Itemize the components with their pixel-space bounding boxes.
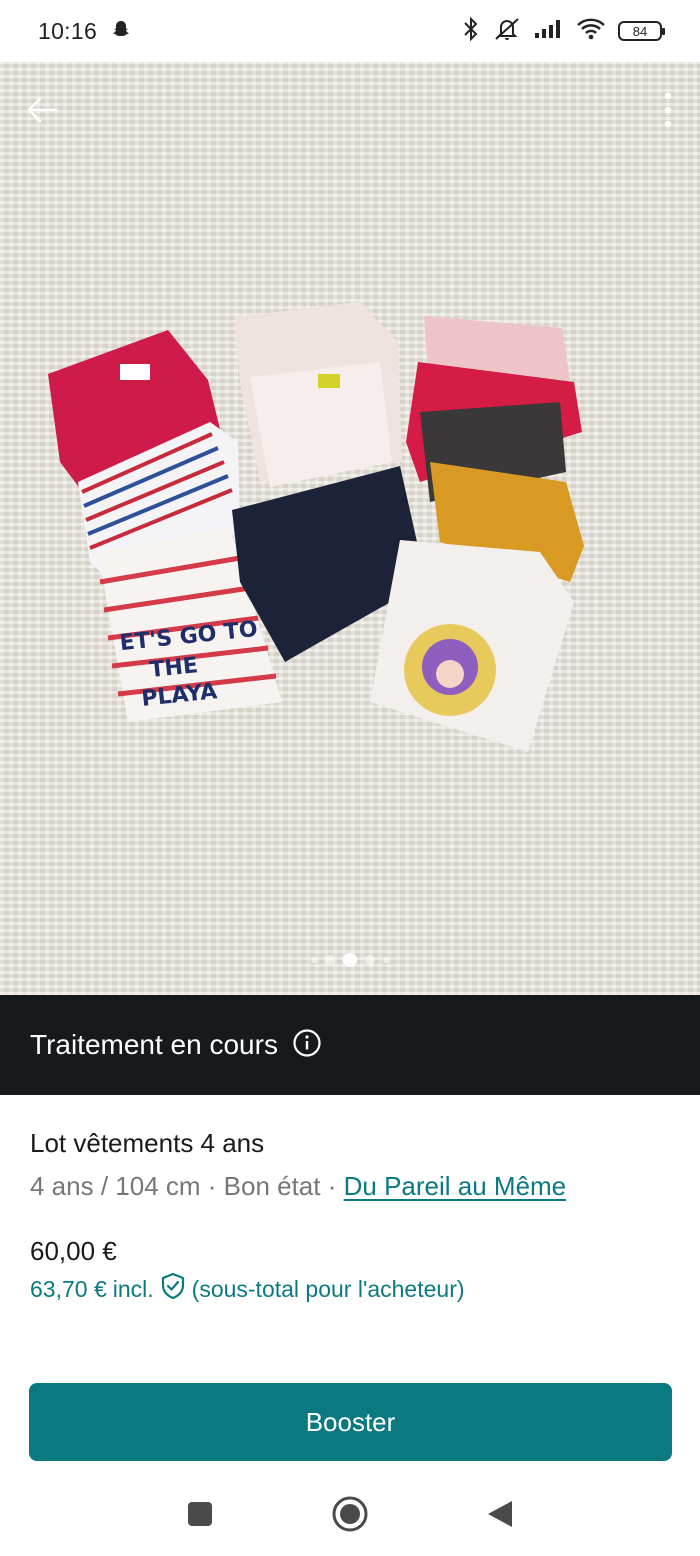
battery-icon: 84 bbox=[618, 21, 665, 41]
item-size-condition: 4 ans / 104 cm · Bon état · bbox=[30, 1171, 344, 1201]
mute-icon bbox=[492, 16, 522, 47]
recents-icon[interactable] bbox=[180, 1494, 220, 1534]
item-title: Lot vêtements 4 ans bbox=[30, 1128, 265, 1158]
page-dot[interactable] bbox=[365, 955, 375, 965]
brand-link[interactable]: Du Pareil au Même bbox=[344, 1171, 567, 1201]
buyer-incl: incl. bbox=[112, 1275, 154, 1302]
bluetooth-icon bbox=[462, 16, 480, 47]
page-dot[interactable] bbox=[311, 957, 317, 963]
status-left: 10:16 bbox=[38, 18, 131, 45]
system-nav-bar bbox=[0, 1472, 700, 1556]
wifi-icon bbox=[576, 18, 606, 45]
signal-icon bbox=[534, 19, 564, 44]
svg-text:THE: THE bbox=[148, 653, 199, 683]
back-triangle-icon[interactable] bbox=[480, 1494, 520, 1534]
page-dot[interactable] bbox=[325, 955, 335, 965]
buyer-note: (sous-total pour l'acheteur) bbox=[191, 1275, 465, 1302]
back-arrow-icon[interactable] bbox=[22, 90, 62, 135]
booster-button[interactable]: Booster bbox=[29, 1383, 672, 1461]
page-dot[interactable] bbox=[383, 957, 389, 963]
banner-text: Traitement en cours bbox=[30, 1029, 278, 1060]
item-photo[interactable]: ET'S GO TO THE PLAYA bbox=[0, 62, 700, 995]
buyer-price-row[interactable]: 63,70 € incl. (sous-total pour l'acheteu… bbox=[30, 1272, 465, 1306]
info-icon[interactable] bbox=[292, 1028, 322, 1063]
status-right: 84 bbox=[462, 16, 665, 47]
status-bar: 10:16 84 bbox=[0, 0, 700, 62]
processing-banner: Traitement en cours bbox=[0, 995, 700, 1095]
item-details: Lot vêtements 4 ans 4 ans / 104 cm · Bon… bbox=[30, 1128, 670, 1202]
item-meta: 4 ans / 104 cm · Bon état · Du Pareil au… bbox=[30, 1171, 670, 1202]
clothes-photo-illustration: ET'S GO TO THE PLAYA bbox=[48, 302, 584, 752]
snapchat-icon bbox=[111, 19, 131, 44]
shield-check-icon bbox=[160, 1272, 186, 1306]
page-dot-active[interactable] bbox=[343, 953, 357, 967]
item-price: 60,00 € bbox=[30, 1236, 117, 1266]
home-icon[interactable] bbox=[330, 1494, 370, 1534]
buyer-price: 63,70 € bbox=[30, 1275, 107, 1302]
photo-pagination bbox=[0, 953, 700, 967]
more-vert-icon[interactable] bbox=[662, 90, 674, 135]
status-time: 10:16 bbox=[38, 17, 98, 44]
